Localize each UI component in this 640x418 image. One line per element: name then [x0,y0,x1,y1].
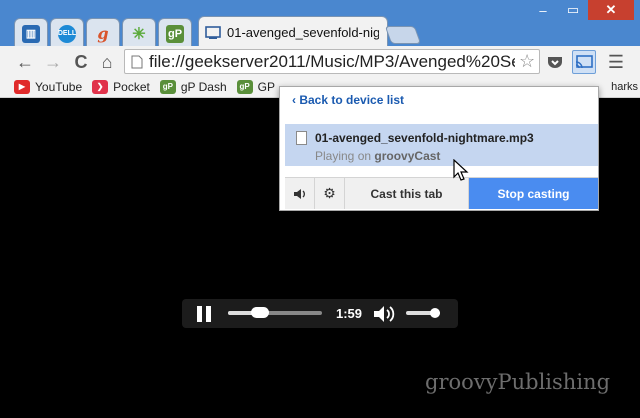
media-file-icon [205,25,221,39]
new-tab-button[interactable] [384,26,422,44]
bookmark-gp[interactable]: gP GP [236,79,275,94]
back-to-device-list-link[interactable]: ‹ Back to device list [292,93,404,107]
groovypost-icon: gP [159,79,176,94]
dell-icon: DELL [58,24,76,43]
file-icon [296,131,307,145]
speaker-icon [293,188,305,199]
cast-action-bar: ⚙ Cast this tab Stop casting [285,177,598,209]
cast-extension-icon[interactable] [572,50,596,74]
seek-slider[interactable] [228,307,322,318]
youtube-icon: ▶ [14,79,30,94]
playing-prefix: Playing on [315,149,372,163]
cast-this-tab-button[interactable]: Cast this tab [345,178,469,209]
playing-status: Playing on groovyCast [315,149,440,163]
bookmark-pocket[interactable]: ❯ Pocket [92,79,150,94]
tab-dell[interactable]: DELL [50,18,84,48]
groovypost-icon: gP [166,24,184,43]
google-plus-icon: g [97,24,109,43]
back-button[interactable]: ← [14,51,36,73]
tab-plant[interactable]: ✳ [122,18,156,48]
bookmark-label: GP [257,79,275,94]
plant-icon: ✳ [132,25,146,43]
mouse-cursor-icon [453,159,469,181]
bookmark-gp-dash[interactable]: gP gP Dash [159,79,227,94]
address-bar[interactable]: file://geekserver2011/Music/MP3/Avenged%… [124,49,540,74]
settings-gear-icon[interactable]: ⚙ [315,178,345,209]
tab-title: 01-avenged_sevenfold-nig [227,25,379,40]
window-frame: – ▭ ✕ ▥ DELL g ✳ gP 01-avenged_sevenfold… [0,0,640,48]
menu-icon[interactable]: ☰ [604,50,628,74]
tab-strip: ▥ DELL g ✳ gP 01-avenged_sevenfold-nig [0,10,640,48]
back-link-label: Back to device list [299,93,405,107]
pocket-icon: ❯ [92,79,109,94]
stop-casting-button[interactable]: Stop casting [469,178,598,209]
seek-thumb[interactable] [250,307,269,318]
url-text[interactable]: file://geekserver2011/Music/MP3/Avenged%… [149,52,515,72]
bookmark-label: YouTube [35,79,83,94]
volume-icon[interactable] [372,304,396,324]
tab-google[interactable]: g [86,18,120,48]
bookmark-label: Pocket [113,79,150,94]
tab-trello[interactable]: ▥ [14,18,48,48]
bookmark-star-icon[interactable]: ☆ [519,51,535,72]
bookmark-label: gP Dash [180,79,227,94]
casting-file-name: 01-avenged_sevenfold-nightmare.mp3 [315,131,534,145]
bookmarks-overflow[interactable]: harks [611,81,638,93]
trello-icon: ▥ [22,24,40,43]
back-chevron-icon: ‹ [292,93,296,107]
tab-active-media[interactable]: 01-avenged_sevenfold-nig [198,16,388,48]
forward-button[interactable]: → [42,51,64,73]
current-time: 1:59 [336,306,363,321]
media-player-controls: 1:59 [182,299,458,328]
tab-groovypost[interactable]: gP [158,18,192,48]
home-button[interactable]: ⌂ [96,51,118,73]
pocket-extension-icon[interactable] [543,50,567,74]
volume-thumb[interactable] [429,308,440,318]
toolbar: ← → C ⌂ file://geekserver2011/Music/MP3/… [0,46,640,76]
reload-button[interactable]: C [70,51,92,73]
pause-button[interactable] [196,306,212,322]
device-name: groovyCast [374,149,441,163]
bookmark-youtube[interactable]: ▶ YouTube [14,79,83,94]
casting-item[interactable]: 01-avenged_sevenfold-nightmare.mp3 Playi… [285,124,598,166]
mute-button[interactable] [285,178,315,209]
volume-slider[interactable] [406,308,440,318]
cast-popup: ‹ Back to device list 01-avenged_sevenfo… [279,86,599,211]
watermark: groovyPublishing [425,370,611,394]
groovypost-icon: gP [236,79,253,94]
page-icon [125,55,149,69]
